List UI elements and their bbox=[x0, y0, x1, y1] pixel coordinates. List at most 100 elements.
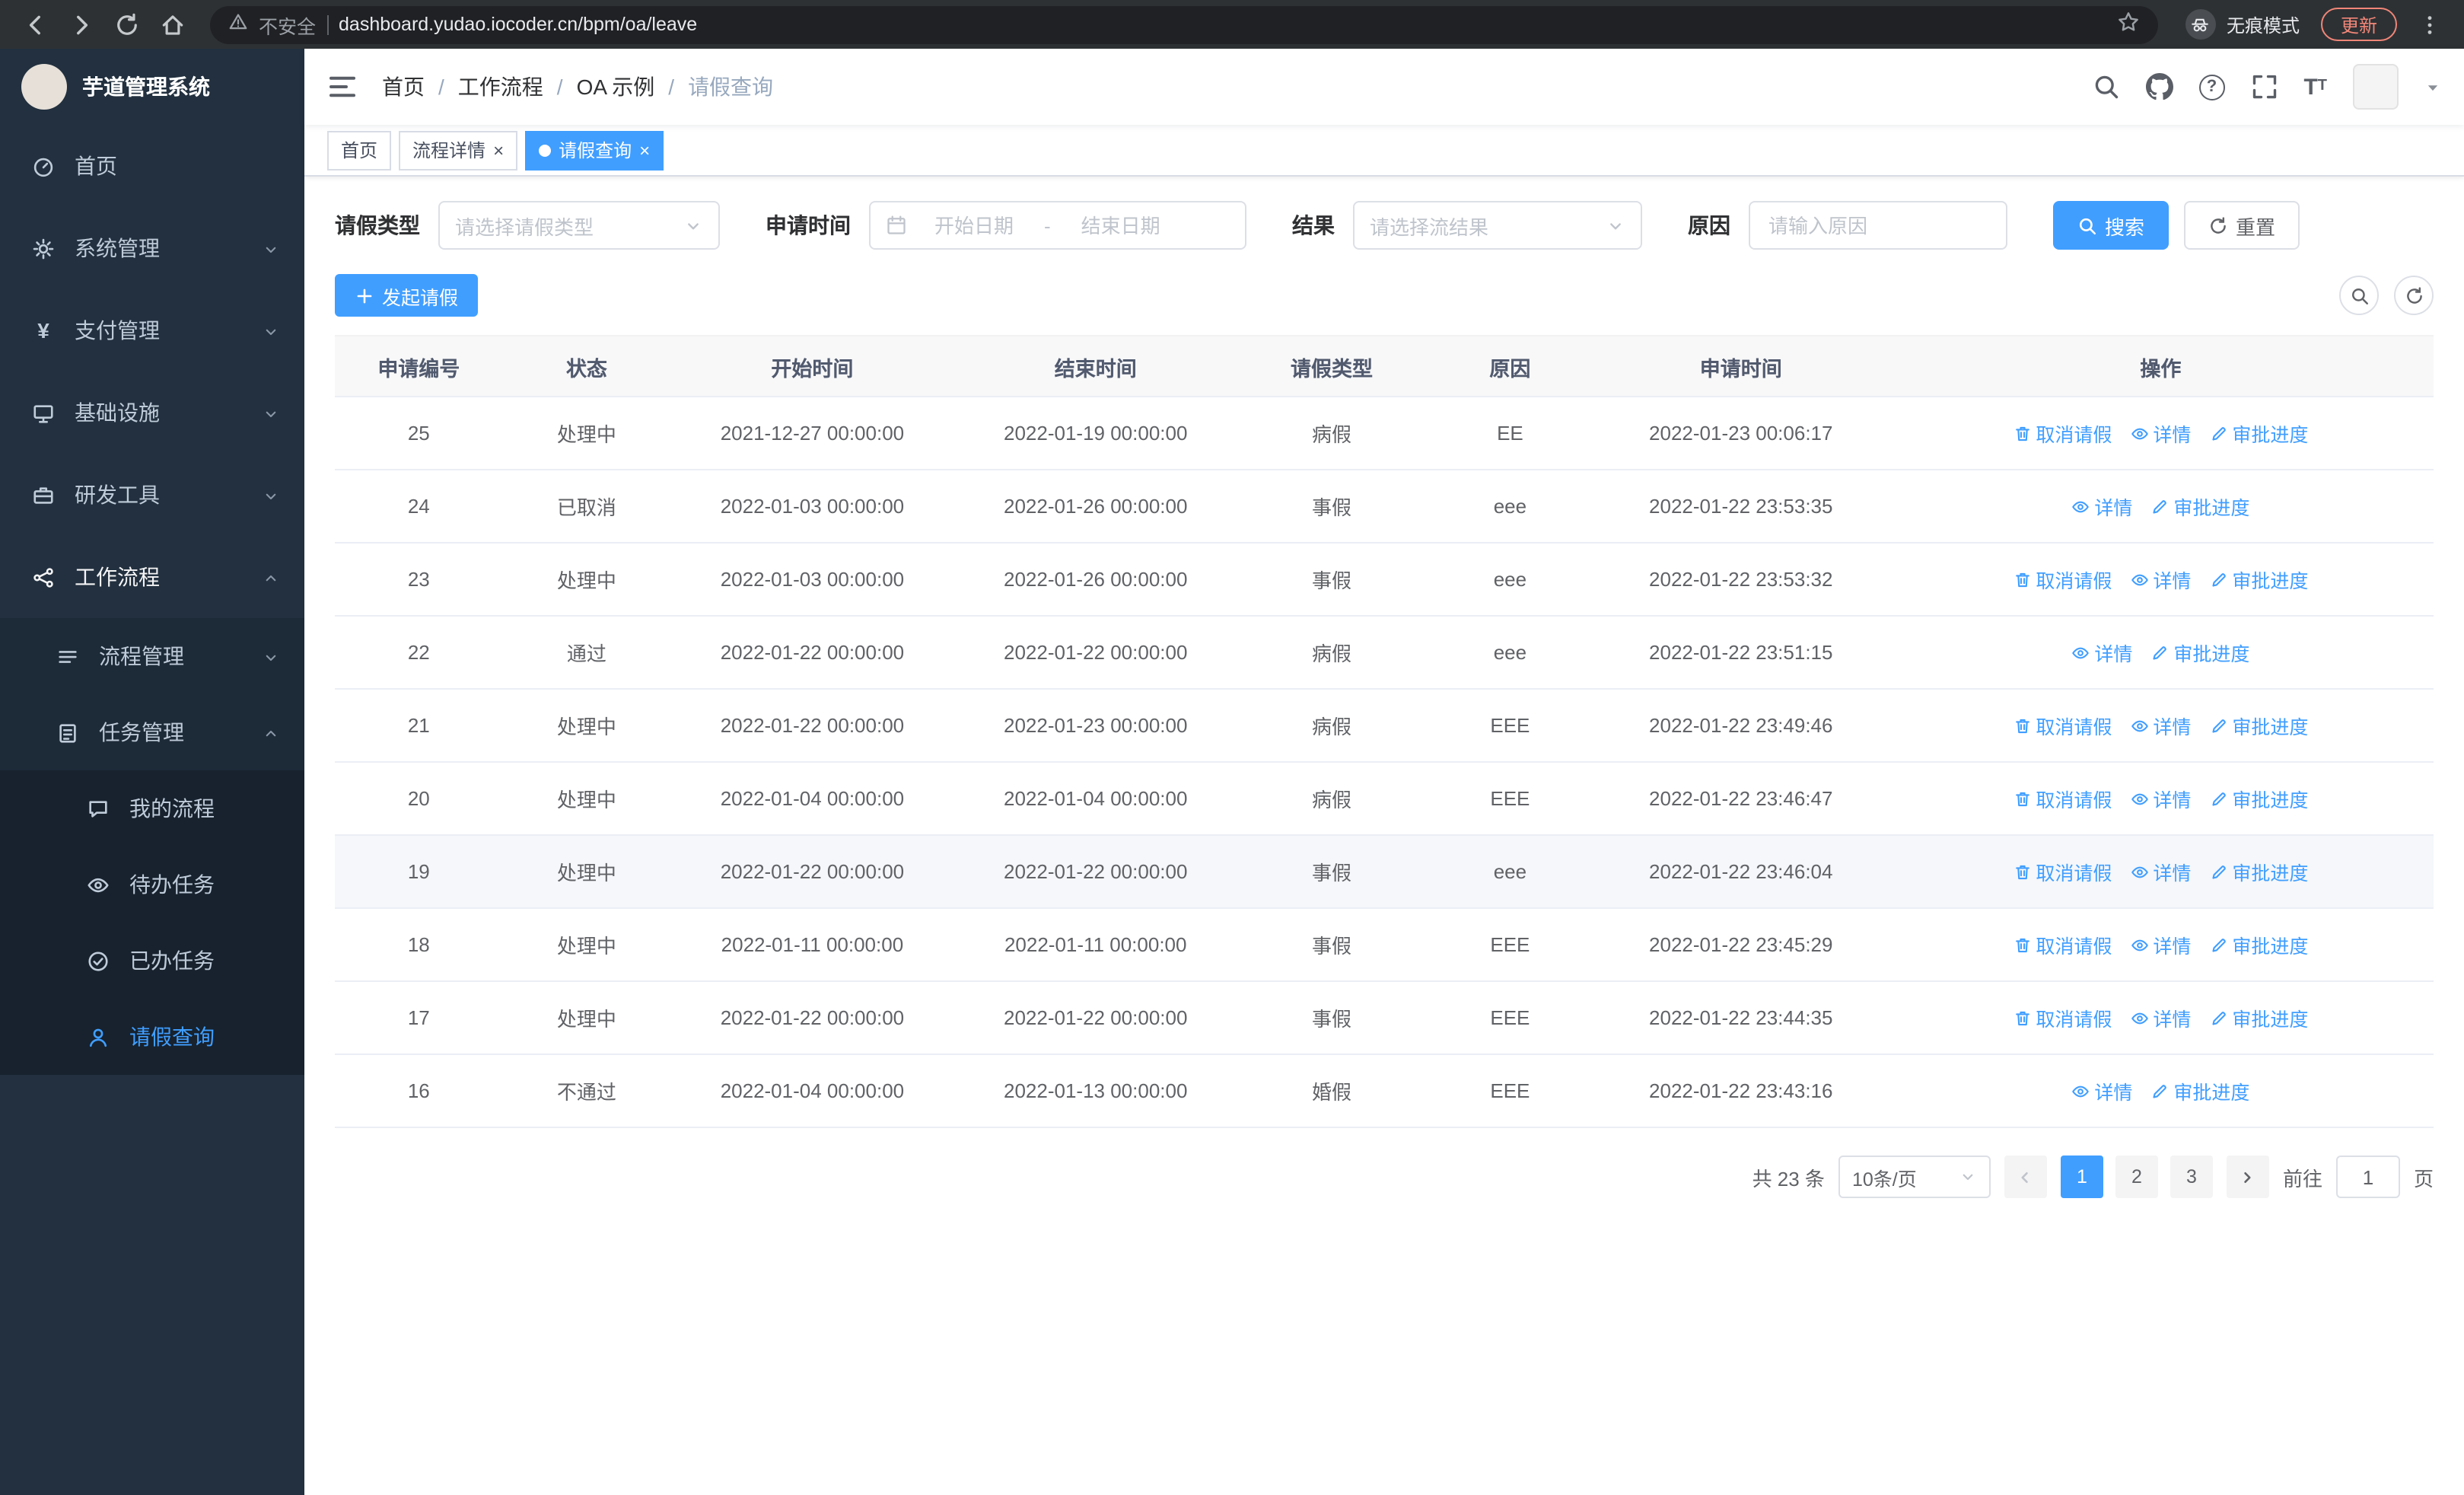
progress-action-link[interactable]: 审批进度 bbox=[2209, 711, 2308, 740]
cell-end: 2022-01-13 00:00:00 bbox=[953, 1054, 1237, 1128]
sidebar-item-workflow[interactable]: 工作流程 bbox=[0, 536, 304, 618]
cancel-action-link[interactable]: 取消请假 bbox=[2013, 1003, 2112, 1032]
cell-end: 2022-01-22 00:00:00 bbox=[953, 835, 1237, 909]
cancel-action-link[interactable]: 取消请假 bbox=[2013, 711, 2112, 740]
create-leave-button[interactable]: 发起请假 bbox=[335, 274, 479, 317]
bookmark-star-icon[interactable] bbox=[2117, 11, 2140, 38]
user-menu-caret-icon[interactable] bbox=[2424, 78, 2441, 95]
tab-close-icon[interactable]: × bbox=[639, 141, 650, 159]
detail-action-link[interactable]: 详情 bbox=[2130, 857, 2191, 886]
sidebar-item-devtools[interactable]: 研发工具 bbox=[0, 454, 304, 536]
column-header: 开始时间 bbox=[670, 335, 954, 397]
user-icon bbox=[85, 1025, 111, 1048]
sidebar-item-done-task[interactable]: 已办任务 bbox=[0, 923, 304, 999]
view-tab[interactable]: 首页 bbox=[327, 130, 392, 170]
column-header: 请假类型 bbox=[1237, 335, 1427, 397]
sidebar-item-todo-task[interactable]: 待办任务 bbox=[0, 846, 304, 923]
sidebar-item-process-mgmt[interactable]: 流程管理 bbox=[0, 618, 304, 694]
sidebar-item-label: 待办任务 bbox=[129, 872, 215, 897]
sidebar-item-my-process[interactable]: 我的流程 bbox=[0, 770, 304, 846]
apply-time-range[interactable]: - bbox=[869, 201, 1246, 250]
help-icon[interactable]: ? bbox=[2198, 74, 2225, 100]
sidebar-item-task-mgmt[interactable]: 任务管理 bbox=[0, 694, 304, 770]
prev-page-button[interactable] bbox=[2004, 1156, 2047, 1198]
header-search-icon[interactable] bbox=[2092, 73, 2119, 100]
progress-action-link[interactable]: 审批进度 bbox=[2209, 565, 2308, 594]
breadcrumb-item[interactable]: 首页 bbox=[382, 72, 425, 102]
cell-id: 17 bbox=[335, 981, 503, 1055]
toggle-search-icon[interactable] bbox=[2339, 276, 2379, 315]
browser-home-icon[interactable] bbox=[152, 5, 192, 44]
browser-address-bar[interactable]: 不安全 dashboard.yudao.iocoder.cn/bpm/oa/le… bbox=[210, 5, 2158, 43]
page-button-3[interactable]: 3 bbox=[2170, 1156, 2213, 1198]
goto-page-input[interactable] bbox=[2335, 1156, 2400, 1198]
progress-action-link[interactable]: 审批进度 bbox=[2150, 1076, 2249, 1105]
breadcrumb-item[interactable]: 工作流程 bbox=[458, 72, 543, 102]
sidebar-item-payment[interactable]: ¥ 支付管理 bbox=[0, 289, 304, 371]
progress-action-link[interactable]: 审批进度 bbox=[2209, 930, 2308, 959]
cell-start: 2022-01-22 00:00:00 bbox=[670, 689, 954, 763]
leave-type-select[interactable]: 请选择请假类型 bbox=[438, 201, 720, 250]
sidebar-item-leave-query[interactable]: 请假查询 bbox=[0, 999, 304, 1075]
breadcrumb-item[interactable]: OA 示例 bbox=[577, 72, 655, 102]
browser-update-button[interactable]: 更新 bbox=[2320, 8, 2397, 41]
cancel-action-link[interactable]: 取消请假 bbox=[2013, 857, 2112, 886]
sidebar-item-infrastructure[interactable]: 基础设施 bbox=[0, 371, 304, 454]
detail-action-link[interactable]: 详情 bbox=[2130, 784, 2191, 813]
detail-action-link[interactable]: 详情 bbox=[2071, 492, 2132, 521]
cancel-action-link[interactable]: 取消请假 bbox=[2013, 565, 2112, 594]
cancel-action-link[interactable]: 取消请假 bbox=[2013, 930, 2112, 959]
progress-action-link[interactable]: 审批进度 bbox=[2209, 419, 2308, 448]
sidebar-item-label: 支付管理 bbox=[75, 318, 160, 343]
next-page-button[interactable] bbox=[2226, 1156, 2269, 1198]
github-icon[interactable] bbox=[2145, 73, 2173, 100]
sidebar-item-label: 研发工具 bbox=[75, 483, 160, 507]
chevron-down-icon bbox=[262, 318, 280, 343]
progress-action-link[interactable]: 审批进度 bbox=[2150, 492, 2249, 521]
detail-action-link[interactable]: 详情 bbox=[2071, 1076, 2132, 1105]
view-tab[interactable]: 流程详情 × bbox=[399, 130, 518, 170]
user-avatar[interactable] bbox=[2353, 64, 2399, 110]
start-date-input[interactable] bbox=[913, 214, 1035, 237]
sidebar-menu: 首页 系统管理 ¥ 支付管理 基础设施研发工具工作流程 流程管理 任务管理 我的流程待办任务已… bbox=[0, 125, 304, 1075]
page-button-1[interactable]: 1 bbox=[2060, 1156, 2103, 1198]
sidebar-item-system[interactable]: 系统管理 bbox=[0, 207, 304, 289]
column-header: 状态 bbox=[502, 335, 671, 397]
fullscreen-icon[interactable] bbox=[2250, 73, 2278, 100]
progress-action-link[interactable]: 审批进度 bbox=[2150, 638, 2249, 667]
browser-back-icon[interactable] bbox=[15, 5, 55, 44]
page-button-2[interactable]: 2 bbox=[2115, 1156, 2158, 1198]
detail-action-link[interactable]: 详情 bbox=[2071, 638, 2132, 667]
cell-start: 2022-01-22 00:00:00 bbox=[670, 835, 954, 909]
cell-status: 处理中 bbox=[502, 543, 671, 617]
search-button[interactable]: 搜索 bbox=[2053, 201, 2170, 250]
tab-close-icon[interactable]: × bbox=[493, 141, 504, 159]
browser-refresh-icon[interactable] bbox=[107, 5, 146, 44]
page-size-select[interactable]: 10条/页 bbox=[1838, 1156, 1991, 1198]
cancel-action-link[interactable]: 取消请假 bbox=[2013, 784, 2112, 813]
detail-action-link[interactable]: 详情 bbox=[2130, 419, 2191, 448]
font-size-icon[interactable]: TT bbox=[2303, 75, 2327, 98]
browser-forward-icon[interactable] bbox=[61, 5, 100, 44]
sidebar-item-home[interactable]: 首页 bbox=[0, 125, 304, 207]
progress-action-link[interactable]: 审批进度 bbox=[2209, 784, 2308, 813]
detail-action-link[interactable]: 详情 bbox=[2130, 711, 2191, 740]
detail-action-link[interactable]: 详情 bbox=[2130, 565, 2191, 594]
cancel-action-link[interactable]: 取消请假 bbox=[2013, 419, 2112, 448]
detail-action-link[interactable]: 详情 bbox=[2130, 930, 2191, 959]
leave-type-label: 请假类型 bbox=[335, 213, 420, 237]
view-tab[interactable]: 请假查询 × bbox=[525, 130, 664, 170]
eye-icon bbox=[85, 873, 111, 896]
refresh-table-icon[interactable] bbox=[2394, 276, 2434, 315]
progress-action-link[interactable]: 审批进度 bbox=[2209, 857, 2308, 886]
progress-action-link[interactable]: 审批进度 bbox=[2209, 1003, 2308, 1032]
result-select[interactable]: 请选择流结果 bbox=[1353, 201, 1642, 250]
reason-input[interactable] bbox=[1749, 201, 2007, 250]
detail-action-link[interactable]: 详情 bbox=[2130, 1003, 2191, 1032]
table-row: 21 处理中 2022-01-22 00:00:00 2022-01-23 00:00… bbox=[335, 689, 2434, 763]
sidebar-toggle-icon[interactable] bbox=[327, 72, 358, 102]
browser-menu-icon[interactable] bbox=[2409, 5, 2449, 44]
cell-operations: 详情 审批进度 bbox=[1887, 1054, 2434, 1128]
end-date-input[interactable] bbox=[1059, 214, 1182, 237]
reset-button[interactable]: 重置 bbox=[2184, 201, 2300, 250]
